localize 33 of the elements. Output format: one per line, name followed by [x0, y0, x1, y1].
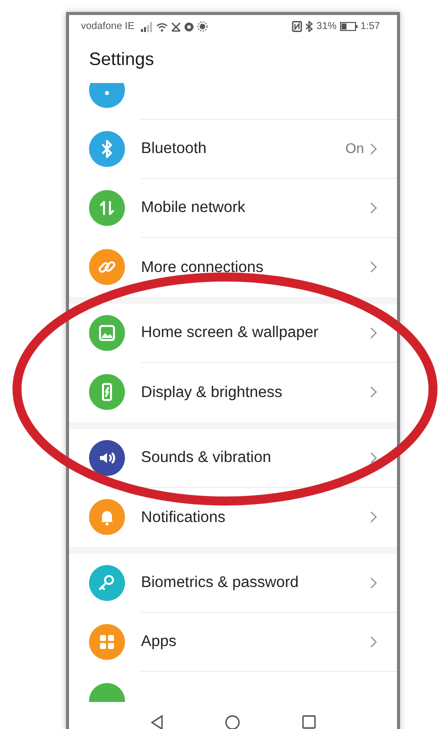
chevron-icon [370, 636, 377, 648]
wifi-icon [156, 22, 168, 32]
chevron-icon [370, 326, 377, 339]
nfc-icon [292, 21, 302, 32]
home-button[interactable] [223, 712, 242, 729]
bluetooth-icon [304, 21, 314, 32]
item-label[interactable]: Display & brightness [141, 380, 370, 404]
battery-icon [340, 22, 358, 32]
clock-time: 1:57 [360, 20, 380, 34]
chevron-icon [370, 142, 377, 155]
recents-button[interactable] [300, 713, 318, 729]
chevron-icon [370, 202, 377, 214]
chevron-icon [370, 576, 377, 589]
item-label[interactable]: Bluetooth [141, 137, 346, 160]
item-label[interactable]: More connections [141, 256, 370, 279]
chevron-icon [370, 386, 377, 398]
carrier-name: vodafone IE [81, 20, 134, 34]
chevron-icon [370, 261, 377, 274]
chevron-icon [370, 511, 377, 524]
battery-percent: 31% [316, 20, 337, 34]
item-label[interactable]: Home screen & wallpaper [141, 321, 370, 344]
item-label[interactable]: Notifications [141, 506, 370, 529]
item-label[interactable]: Mobile network [141, 196, 370, 220]
item-value: On [345, 139, 364, 158]
signal-icon [141, 22, 154, 32]
item-label[interactable]: Biometrics & password [141, 571, 370, 594]
crossed-icon [171, 22, 182, 32]
item-label[interactable]: Apps [141, 630, 370, 654]
circle-icon [184, 22, 194, 32]
page-title: Settings [88, 48, 156, 71]
chevron-icon [370, 452, 377, 464]
item-label[interactable]: Sounds & vibration [141, 446, 370, 470]
sun-icon [197, 21, 208, 32]
